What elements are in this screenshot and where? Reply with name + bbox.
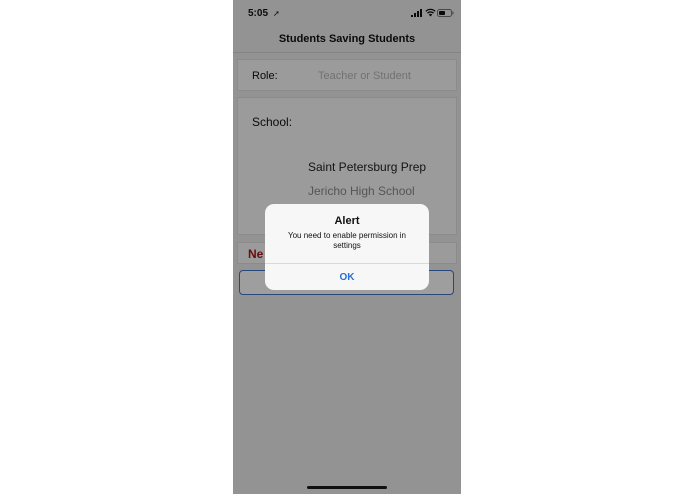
- alert-message: You need to enable permission in setting…: [287, 231, 406, 250]
- home-indicator[interactable]: [307, 486, 387, 489]
- phone-screen: 5:05 ➚ Students Saving Students Role: Sc…: [233, 0, 461, 494]
- alert-title: Alert: [334, 215, 360, 227]
- alert-dialog: Alert You need to enable permission in s…: [265, 204, 429, 290]
- alert-ok-button[interactable]: OK: [265, 264, 429, 290]
